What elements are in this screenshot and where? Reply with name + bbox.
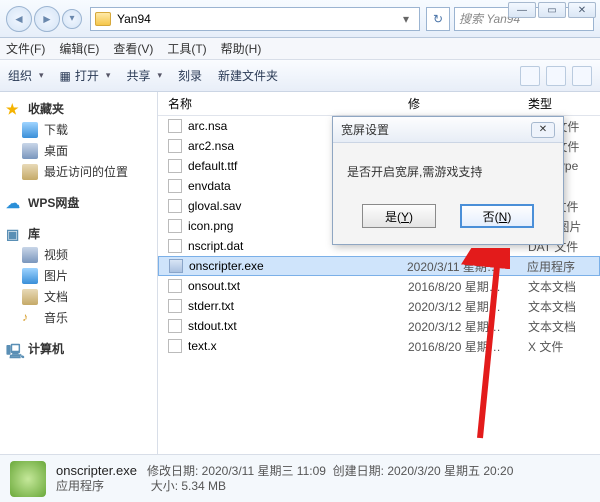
view-mode-button[interactable] — [520, 66, 540, 86]
file-date: 2020/3/12 星期… — [408, 298, 528, 315]
maximize-button[interactable]: ▭ — [538, 2, 566, 18]
file-thumbnail — [10, 461, 46, 497]
file-date: 2020/3/11 星期… — [407, 258, 527, 275]
sidebar-desktop[interactable]: 桌面 — [2, 140, 155, 161]
close-button[interactable]: ✕ — [568, 2, 596, 18]
address-bar[interactable]: Yan94 ▾ — [90, 7, 420, 31]
file-name: onscripter.exe — [189, 259, 407, 273]
sidebar-pictures[interactable]: 图片 — [2, 265, 155, 286]
menu-file[interactable]: 文件(F) — [6, 40, 45, 57]
file-icon — [168, 199, 182, 213]
file-name: stdout.txt — [188, 319, 408, 333]
file-icon — [168, 299, 182, 313]
col-type[interactable]: 类型 — [528, 95, 600, 112]
file-type: X 文件 — [528, 338, 600, 355]
file-date: 2016/8/20 星期… — [408, 338, 528, 355]
file-type: 文本文档 — [528, 298, 600, 315]
file-type: 文本文档 — [528, 318, 600, 335]
column-header[interactable]: 名称 修 类型 — [158, 92, 600, 116]
desktop-icon — [22, 143, 38, 159]
file-icon — [168, 339, 182, 353]
file-icon — [168, 239, 182, 253]
pictures-icon — [22, 268, 38, 284]
tb-share[interactable]: 共享 — [126, 67, 162, 84]
file-date: 2020/3/12 星期… — [408, 318, 528, 335]
recent-icon — [22, 164, 38, 180]
col-date[interactable]: 修 — [408, 95, 528, 112]
menu-view[interactable]: 查看(V) — [113, 40, 153, 57]
tb-burn[interactable]: 刻录 — [178, 67, 202, 84]
file-icon — [168, 159, 182, 173]
window-controls: — ▭ ✕ — [508, 2, 596, 18]
dialog-yes-button[interactable]: 是(Y) — [362, 204, 436, 228]
dialog-titlebar[interactable]: 宽屏设置 ✕ — [333, 117, 563, 143]
refresh-button[interactable]: ↻ — [426, 7, 450, 31]
folder-icon — [95, 12, 111, 26]
documents-icon — [22, 289, 38, 305]
file-icon — [168, 139, 182, 153]
file-icon — [168, 179, 182, 193]
window-titlebar: — ▭ ✕ ◄ ► ▾ Yan94 ▾ ↻ 搜索 Yan94 — [0, 0, 600, 38]
tb-newfolder[interactable]: 新建文件夹 — [218, 67, 278, 84]
menu-edit[interactable]: 编辑(E) — [59, 40, 99, 57]
tb-open[interactable]: ▦ 打开 — [60, 67, 111, 84]
menu-tools[interactable]: 工具(T) — [167, 40, 206, 57]
star-icon: ★ — [6, 101, 22, 117]
sidebar-wps[interactable]: ☁WPS网盘 — [2, 192, 155, 213]
nav-forward-button[interactable]: ► — [34, 6, 60, 32]
file-icon — [168, 319, 182, 333]
file-icon — [168, 119, 182, 133]
tb-organize[interactable]: 组织 — [8, 67, 44, 84]
sidebar-recent[interactable]: 最近访问的位置 — [2, 161, 155, 182]
file-row[interactable]: stdout.txt2020/3/12 星期…文本文档 — [158, 316, 600, 336]
file-row[interactable]: text.x2016/8/20 星期…X 文件 — [158, 336, 600, 356]
nav-back-button[interactable]: ◄ — [6, 6, 32, 32]
sidebar-video[interactable]: 视频 — [2, 244, 155, 265]
minimize-button[interactable]: — — [508, 2, 536, 18]
sidebar-downloads[interactable]: 下载 — [2, 119, 155, 140]
nav-sidebar: ★收藏夹 下载 桌面 最近访问的位置 ☁WPS网盘 ▣库 视频 图片 文档 ♪音… — [0, 92, 158, 454]
nav-history-button[interactable]: ▾ — [62, 9, 82, 29]
file-icon — [169, 259, 183, 273]
details-filename: onscripter.exe — [56, 463, 137, 478]
help-button[interactable] — [572, 66, 592, 86]
sidebar-computer[interactable]: 🖳计算机 — [2, 338, 155, 359]
preview-pane-button[interactable] — [546, 66, 566, 86]
file-type: 文本文档 — [528, 278, 600, 295]
dialog-no-button[interactable]: 否(N) — [460, 204, 534, 228]
library-icon: ▣ — [6, 226, 22, 242]
cloud-icon: ☁ — [6, 195, 22, 211]
menu-help[interactable]: 帮助(H) — [221, 40, 262, 57]
toolbar: 组织 ▦ 打开 共享 刻录 新建文件夹 — [0, 60, 600, 92]
computer-icon: 🖳 — [6, 341, 22, 357]
file-name: onsout.txt — [188, 279, 408, 293]
file-name: stderr.txt — [188, 299, 408, 313]
file-type: 应用程序 — [527, 258, 599, 275]
file-name: text.x — [188, 339, 408, 353]
chevron-down-icon[interactable]: ▾ — [397, 12, 415, 26]
dialog-widescreen: 宽屏设置 ✕ 是否开启宽屏,需游戏支持 是(Y) 否(N) — [332, 116, 564, 245]
file-row[interactable]: stderr.txt2020/3/12 星期…文本文档 — [158, 296, 600, 316]
path-text: Yan94 — [117, 12, 151, 26]
file-date: 2016/8/20 星期… — [408, 278, 528, 295]
music-icon: ♪ — [22, 310, 38, 326]
dialog-title-text: 宽屏设置 — [341, 121, 389, 138]
sidebar-music[interactable]: ♪音乐 — [2, 307, 155, 328]
file-icon — [168, 219, 182, 233]
sidebar-libraries[interactable]: ▣库 — [2, 223, 155, 244]
col-name[interactable]: 名称 — [158, 95, 408, 112]
dialog-message: 是否开启宽屏,需游戏支持 — [333, 143, 563, 196]
details-pane: onscripter.exe 修改日期: 2020/3/11 星期三 11:09… — [0, 454, 600, 502]
download-icon — [22, 122, 38, 138]
dialog-close-button[interactable]: ✕ — [531, 122, 555, 138]
file-row[interactable]: onsout.txt2016/8/20 星期…文本文档 — [158, 276, 600, 296]
video-icon — [22, 247, 38, 263]
sidebar-favorites[interactable]: ★收藏夹 — [2, 98, 155, 119]
file-row[interactable]: onscripter.exe2020/3/11 星期…应用程序 — [158, 256, 600, 276]
file-icon — [168, 279, 182, 293]
menu-bar: 文件(F) 编辑(E) 查看(V) 工具(T) 帮助(H) — [0, 38, 600, 60]
sidebar-documents[interactable]: 文档 — [2, 286, 155, 307]
